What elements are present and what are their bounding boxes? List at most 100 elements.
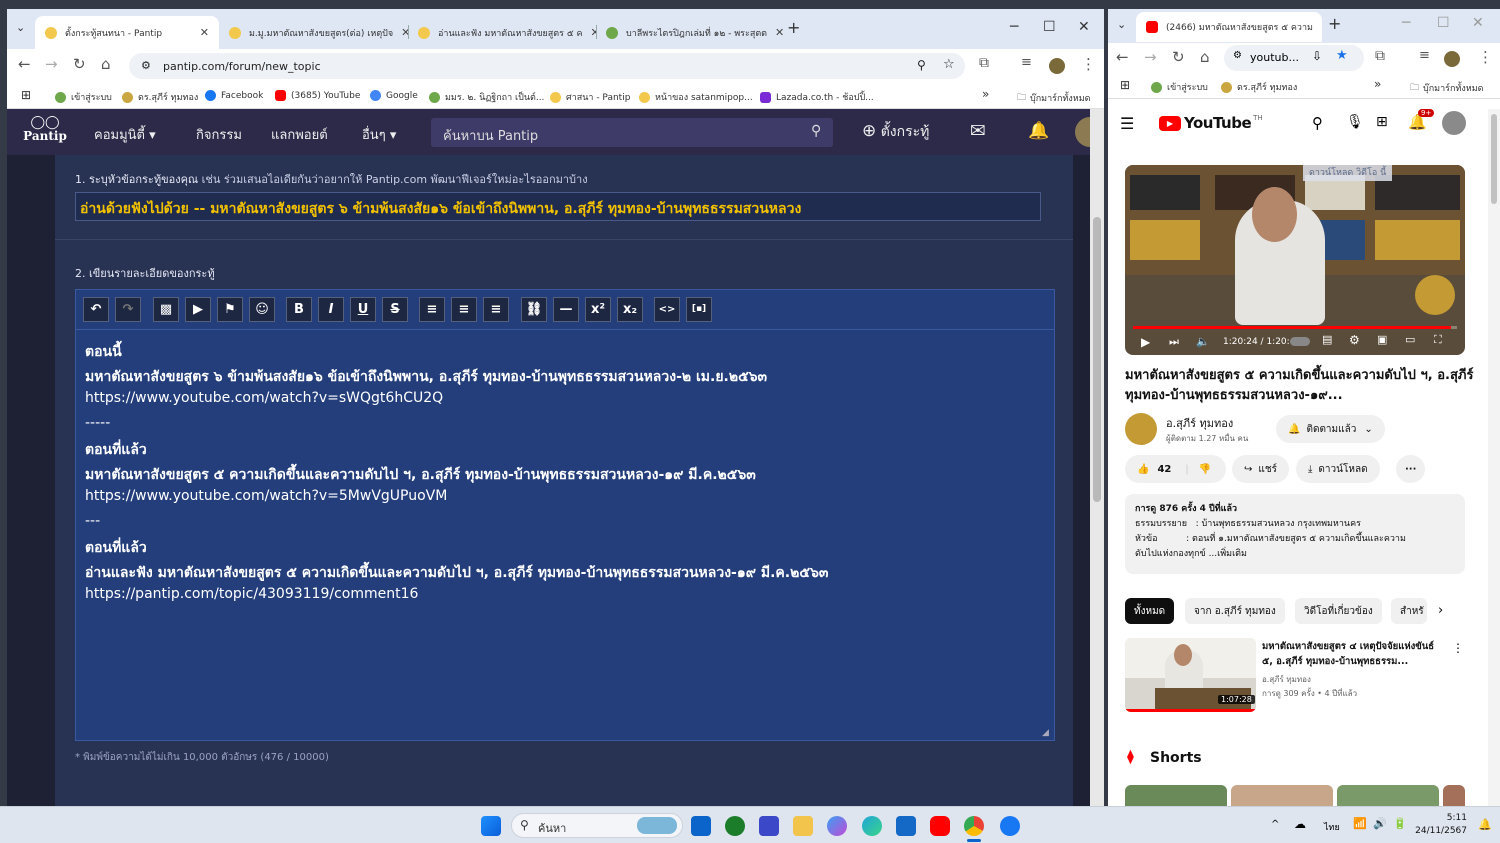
channel-name[interactable]: อ.สุภีร์ ทุมทอง	[1166, 414, 1233, 432]
video-progress-bar[interactable]	[1133, 326, 1457, 329]
site-info-icon[interactable]: ⚙	[141, 59, 151, 72]
underline-button[interactable]: U	[350, 297, 376, 322]
hamburger-menu-icon[interactable]: ☰	[1120, 114, 1134, 133]
bookmark-star-icon[interactable]: ☆	[943, 57, 955, 72]
home-icon[interactable]: ⌂	[101, 55, 111, 73]
avatar[interactable]	[1442, 111, 1466, 135]
back-icon[interactable]: ←	[1116, 48, 1129, 66]
like-button[interactable]: 👍 42 | 👎	[1125, 455, 1226, 483]
nav-more[interactable]: อื่นๆ ▾	[362, 124, 396, 145]
youtube-logo[interactable]: ▶ YouTube TH	[1159, 114, 1263, 132]
taskbar-search[interactable]: ⚲ ค้นหา	[511, 813, 683, 838]
tab-3[interactable]: อ่านและฟัง มหาตัณหาสังขยสูตร ๕ ค ✕	[408, 16, 596, 49]
maximize-button[interactable]: ☐	[1043, 19, 1056, 35]
topic-title-input[interactable]: อ่านด้วยฟังไปด้วย -- มหาตัณหาสังขยสูตร ๖…	[75, 192, 1041, 221]
subscript-icon[interactable]: x₂	[617, 297, 643, 322]
pantip-logo[interactable]: ◯◯ Pantip	[23, 116, 67, 143]
tab-4[interactable]: บาลีพระไตรปิฎกเล่มที่ ๑๒ - พระสุตต ✕	[596, 16, 784, 49]
reload-icon[interactable]: ↻	[73, 55, 86, 73]
bookmark-star-icon[interactable]: ★	[1336, 48, 1348, 63]
windows-start-icon[interactable]	[481, 816, 501, 836]
bookmarks-more-button[interactable]: »	[1374, 77, 1381, 91]
close-window-button[interactable]: ✕	[1472, 15, 1484, 31]
outlook-icon[interactable]	[691, 816, 711, 836]
copilot-icon[interactable]	[827, 816, 847, 836]
bookmark-google[interactable]: Google	[370, 90, 418, 101]
theater-icon[interactable]: ▭	[1405, 333, 1415, 346]
volume-icon[interactable]: 🔈	[1196, 335, 1210, 348]
tab-search-icon[interactable]: ⌄	[16, 21, 25, 34]
short-thumbnail[interactable]	[1125, 785, 1227, 806]
bookmark-facebook[interactable]: Facebook	[205, 90, 263, 101]
link-icon[interactable]: ⛓	[521, 297, 547, 322]
strikethrough-button[interactable]: S	[382, 297, 408, 322]
settings-icon[interactable]: ⚙	[1349, 333, 1360, 347]
tab-pantip-new-topic[interactable]: ตั้งกระทู้สนทนา - Pantip ✕	[35, 16, 219, 49]
search-icon[interactable]: ⚲	[811, 123, 821, 139]
page-scrollbar[interactable]	[1090, 109, 1104, 806]
language-indicator[interactable]: ไทย	[1324, 820, 1340, 834]
notification-bell-icon[interactable]: 🔔 9+	[1408, 109, 1435, 131]
reload-icon[interactable]: ↻	[1172, 48, 1185, 66]
more-actions-button[interactable]: ···	[1396, 455, 1426, 483]
related-more-icon[interactable]: ⋮	[1452, 641, 1464, 655]
tray-overflow-icon[interactable]: ^	[1271, 819, 1279, 830]
close-tab-icon[interactable]: ✕	[192, 26, 209, 39]
video-icon[interactable]: ▶	[185, 297, 211, 322]
undo-icon[interactable]: ↶	[83, 297, 109, 322]
chip-related[interactable]: วิดีโอที่เกี่ยวข้อง	[1295, 598, 1382, 624]
bookmark-item[interactable]: ศาสนา - Pantip	[550, 90, 630, 104]
bell-icon[interactable]: 🔔	[1028, 121, 1049, 141]
home-icon[interactable]: ⌂	[1200, 48, 1210, 66]
bookmark-item[interactable]: มมร. ๒. นิฏฐิกถา เป็นต์...	[429, 90, 544, 104]
video-description[interactable]: การดู 876 ครั้ง 4 ปีที่แล้ว ธรรมบรรยาย :…	[1125, 494, 1465, 574]
chip-all[interactable]: ทั้งหมด	[1125, 598, 1175, 624]
tab-search-icon[interactable]: ⌄	[1117, 18, 1126, 31]
bookmark-item[interactable]: ดร.สุภีร์ ทุมทอง	[122, 90, 198, 104]
align-right-icon[interactable]: ≡	[483, 297, 509, 322]
app-icon[interactable]	[759, 816, 779, 836]
bookmark-item[interactable]: เข้าสู่ระบบ	[55, 90, 112, 104]
align-left-icon[interactable]: ≡	[419, 297, 445, 322]
miniplayer-icon[interactable]: ▣	[1377, 333, 1387, 346]
video-player[interactable]: ดาวน์โหลด วิดีโอ นี้ ▶ ⏭ 🔈 1:20:24 / 1:2…	[1125, 165, 1465, 355]
close-window-button[interactable]: ✕	[1078, 19, 1090, 35]
create-icon[interactable]: ⊞	[1376, 114, 1388, 130]
apps-icon[interactable]: ⊞	[21, 88, 31, 102]
editor-content[interactable]: ตอนนี้ มหาตัณหาสังขยสูตร ๖ ข้ามพ้นสงสัย๑…	[75, 329, 1055, 741]
bookmark-youtube[interactable]: (3685) YouTube	[275, 90, 360, 101]
volume-icon[interactable]: 🔊	[1373, 817, 1387, 830]
spoiler-icon[interactable]: [▪]	[686, 297, 712, 322]
autoplay-toggle[interactable]	[1290, 337, 1310, 346]
zoom-icon[interactable]: ⚲	[917, 58, 926, 72]
download-overlay-button[interactable]: ดาวน์โหลด วิดีโอ นี้	[1303, 165, 1393, 181]
address-bar[interactable]: ⚙ youtub... ⇩ ★	[1224, 45, 1364, 71]
back-icon[interactable]: ←	[18, 55, 31, 73]
tab-2[interactable]: ม.มู.มหาตัณหาสังขยสูตร(ต่อ) เหตุปัจ ✕	[219, 16, 408, 49]
map-pin-icon[interactable]: ⚑	[217, 297, 243, 322]
close-tab-icon[interactable]: ✕	[393, 26, 408, 39]
profile-avatar[interactable]	[1444, 51, 1460, 67]
short-thumbnail[interactable]	[1443, 785, 1465, 806]
youtube-icon[interactable]	[930, 816, 950, 836]
editor-link[interactable]: https://www.youtube.com/watch?v=sWQgt6hC…	[85, 390, 443, 406]
horizontal-rule-icon[interactable]: —	[553, 297, 579, 322]
mail-icon[interactable]: ✉	[970, 120, 986, 142]
editor-link[interactable]: https://pantip.com/topic/43093119/commen…	[85, 586, 418, 602]
emoji-icon[interactable]: ☺	[249, 297, 275, 322]
captions-icon[interactable]: ▤	[1322, 333, 1332, 346]
media-control-icon[interactable]: ≡	[1021, 55, 1032, 70]
apps-icon[interactable]: ⊞	[1120, 78, 1130, 92]
notification-center-icon[interactable]: 🔔	[1478, 818, 1492, 831]
page-scrollbar[interactable]	[1488, 109, 1500, 806]
clock-date[interactable]: 24/11/2567	[1410, 826, 1467, 836]
resize-handle-icon[interactable]: ◢	[1042, 728, 1049, 738]
nav-community[interactable]: คอมมูนิตี้ ▾	[94, 124, 156, 145]
edge-icon[interactable]	[862, 816, 882, 836]
bookmark-item[interactable]: ดร.สุภีร์ ทุมทอง	[1221, 80, 1297, 94]
chevron-right-icon[interactable]: ›	[1438, 603, 1443, 618]
bold-button[interactable]: B	[286, 297, 312, 322]
nav-activities[interactable]: กิจกรรม	[196, 124, 242, 145]
download-button[interactable]: ⤓ ดาวน์โหลด	[1296, 455, 1380, 483]
all-bookmarks-folder[interactable]: 🗀 บุ๊กมาร์กทั้งหมด	[1017, 90, 1090, 106]
